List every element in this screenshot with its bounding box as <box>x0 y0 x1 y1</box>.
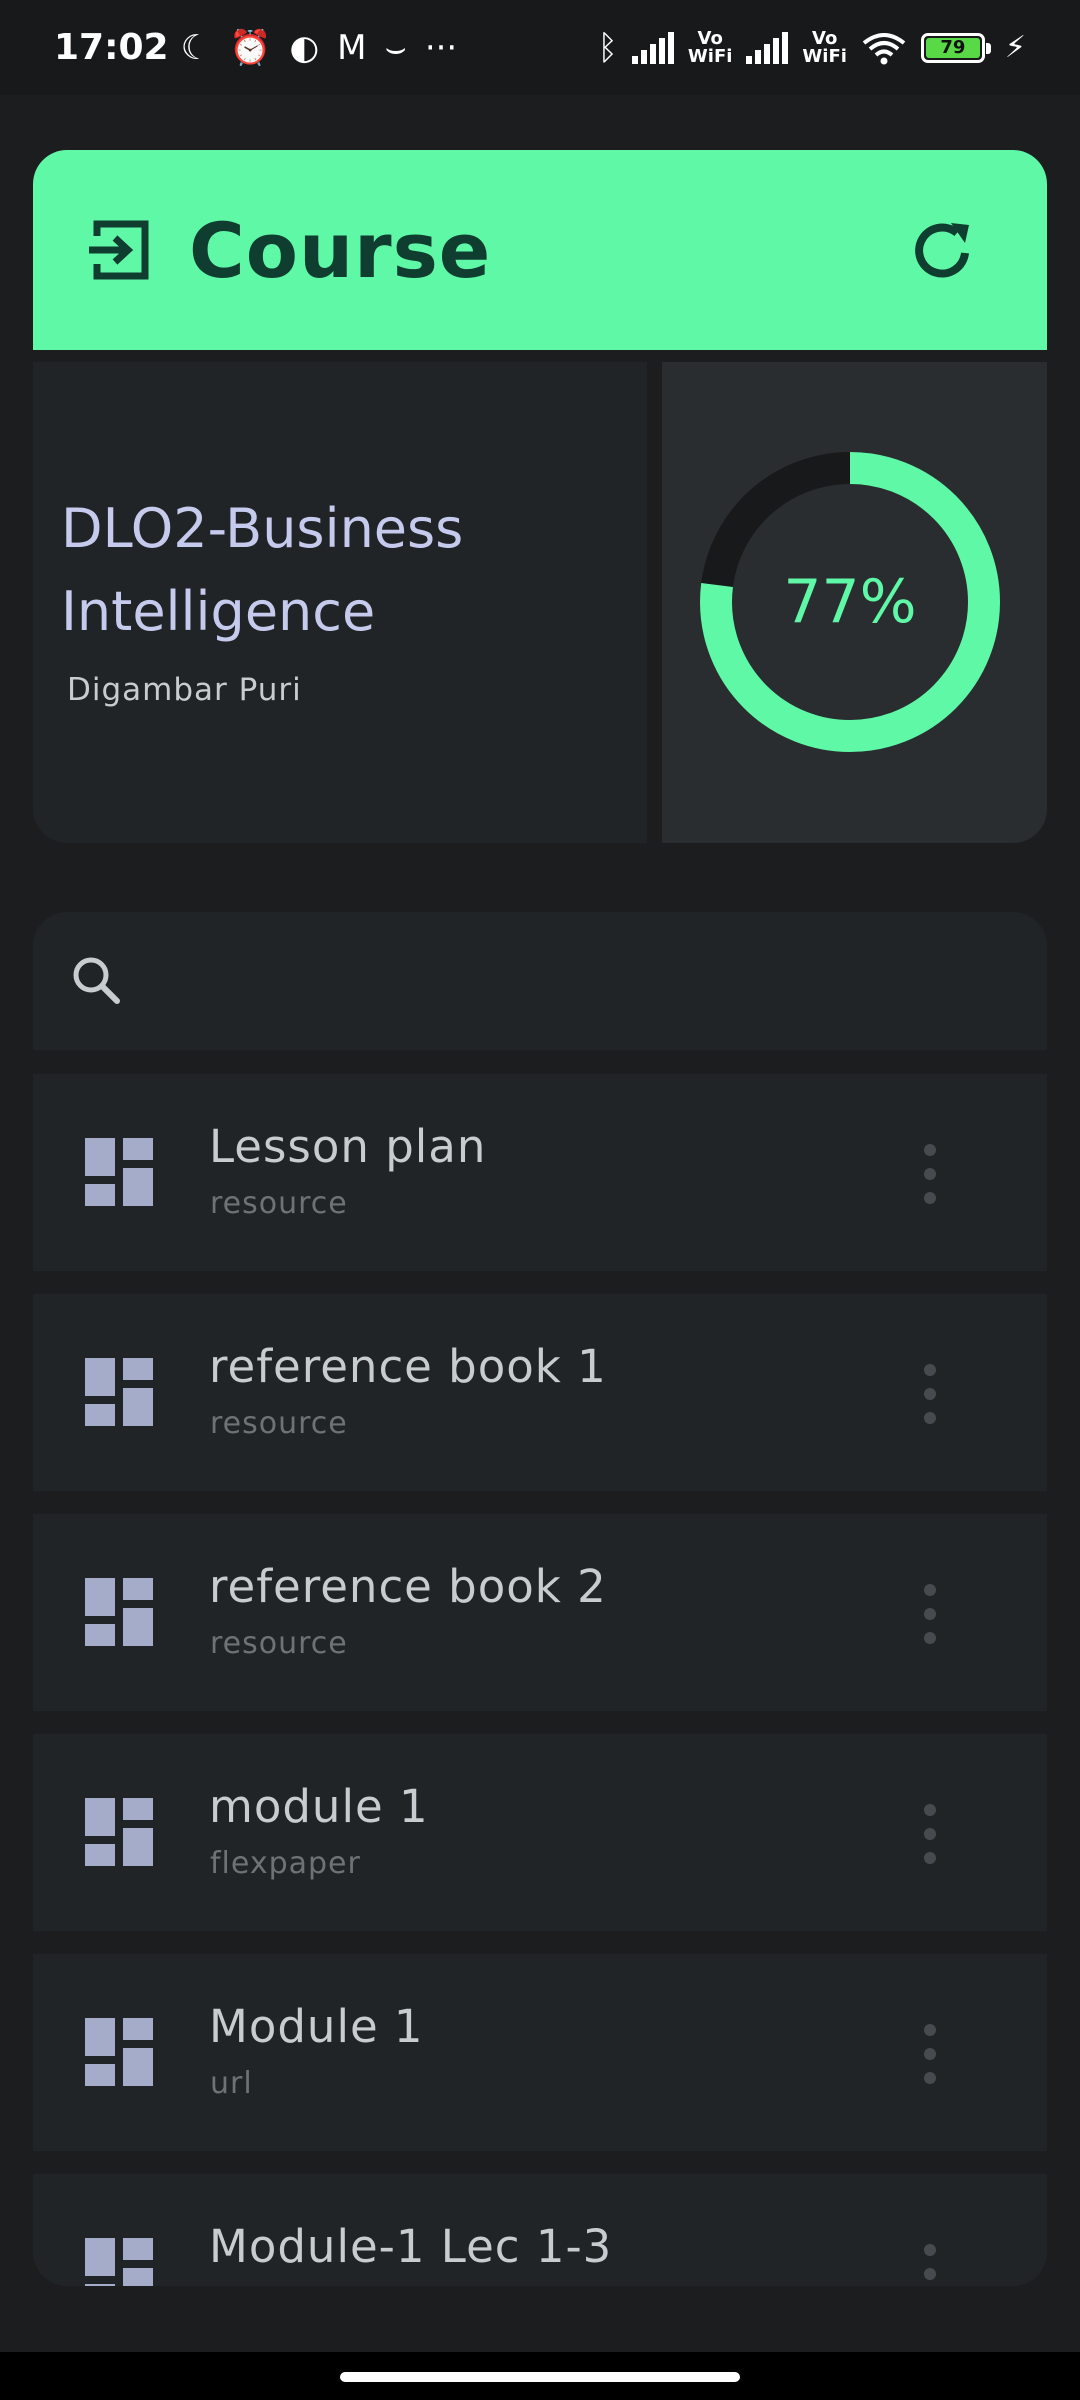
list-item[interactable]: reference book 2 resource <box>33 1514 1047 1711</box>
dashboard-icon <box>85 1358 153 1426</box>
course-name: DLO2-Business Intelligence <box>61 497 464 643</box>
status-time: 17:02 <box>54 27 169 68</box>
vowifi-icon-2: Vo WiFi <box>802 27 847 67</box>
course-header: Course <box>33 150 1047 350</box>
item-title: reference book 1 <box>209 1340 607 1393</box>
more-vert-icon[interactable] <box>913 1582 947 1646</box>
alarm-off-icon: ⏰ <box>229 27 272 68</box>
dashboard-icon <box>85 2238 153 2286</box>
search-icon <box>73 957 120 1004</box>
course-info: DLO2-Business Intelligence Digambar Puri <box>33 362 647 843</box>
more-vert-icon[interactable] <box>913 1142 947 1206</box>
search-input[interactable] <box>149 941 1011 1021</box>
battery-level: 79 <box>925 37 980 58</box>
list-item[interactable]: Module-1 Lec 1-3 <box>33 2174 1047 2286</box>
charging-icon: ⚡ <box>1004 30 1026 65</box>
dashboard-icon <box>85 1138 153 1206</box>
bluetooth-icon: ᛒ <box>597 27 618 68</box>
status-bar: 17:02 ☾ ⏰ ◐ M ⌣ ··· ᛒ Vo WiFi Vo WiFi 79 ⚡ <box>0 0 1080 95</box>
item-type: flexpaper <box>210 1846 361 1881</box>
more-vert-icon[interactable] <box>913 2022 947 2086</box>
signal-icon <box>631 31 674 64</box>
do-not-disturb-icon: ☾ <box>180 27 212 68</box>
vowifi-icon: Vo WiFi <box>687 27 733 67</box>
page-title: Course <box>189 205 492 295</box>
list-item[interactable]: Module 1 url <box>33 1954 1047 2151</box>
search-bar <box>33 912 1047 1050</box>
item-title: Lesson plan <box>209 1120 487 1173</box>
dashboard-icon <box>85 1578 153 1646</box>
more-notifications-icon: ··· <box>424 27 458 68</box>
item-type: resource <box>210 1186 348 1221</box>
wifi-icon <box>862 32 906 64</box>
teacher-name: Digambar Puri <box>67 672 302 708</box>
course-item-list: Lesson plan resource reference book 1 re… <box>33 1074 1047 2286</box>
signal-icon-2 <box>746 31 789 64</box>
item-title: Module-1 Lec 1-3 <box>209 2220 613 2273</box>
dashboard-icon <box>85 1798 153 1866</box>
amazon-icon: ⌣ <box>384 27 407 68</box>
more-vert-icon[interactable] <box>913 1362 947 1426</box>
list-item[interactable]: reference book 1 resource <box>33 1294 1047 1491</box>
progress-percent: 77% <box>783 567 917 637</box>
item-type: resource <box>210 1626 348 1661</box>
item-title: reference book 2 <box>209 1560 607 1613</box>
item-type: resource <box>210 1406 348 1441</box>
list-item[interactable]: Lesson plan resource <box>33 1074 1047 1271</box>
refresh-icon[interactable] <box>907 215 977 285</box>
item-type: url <box>210 2066 253 2101</box>
gmail-icon: M <box>337 27 367 68</box>
dashboard-icon <box>85 2018 153 2086</box>
item-title: Module 1 <box>209 2000 424 2053</box>
battery-icon: 79 <box>920 32 991 63</box>
item-title: module 1 <box>209 1780 429 1833</box>
course-progress: 77% <box>662 362 1047 843</box>
home-indicator[interactable] <box>340 2372 740 2382</box>
list-item[interactable]: module 1 flexpaper <box>33 1734 1047 1931</box>
more-vert-icon[interactable] <box>913 2242 947 2286</box>
app-notification-icon: ◐ <box>289 27 320 68</box>
more-vert-icon[interactable] <box>913 1802 947 1866</box>
exit-icon[interactable] <box>83 214 155 286</box>
